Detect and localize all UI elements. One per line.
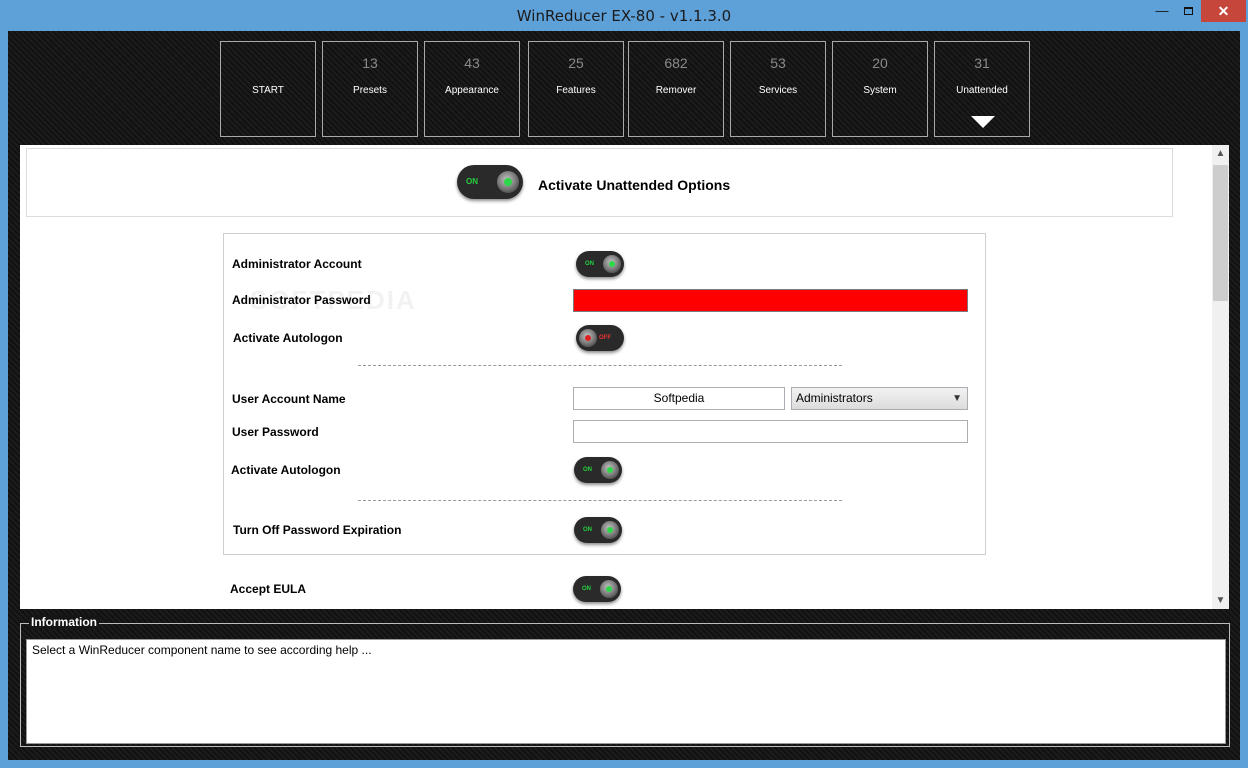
- toggle-led-icon: [585, 335, 591, 341]
- toggle-led-icon: [607, 467, 613, 473]
- password-expiration-label: Turn Off Password Expiration: [233, 523, 402, 537]
- toggle-state: OFF: [599, 335, 611, 341]
- toggle-led-icon: [607, 527, 613, 533]
- toggle-knob: [600, 580, 618, 598]
- app-client-area: START 13 Presets 43 Appearance 25 Featur…: [8, 31, 1240, 760]
- admin-account-toggle[interactable]: ON: [576, 251, 624, 277]
- header-title: Activate Unattended Options: [538, 177, 731, 193]
- selected-indicator-icon: [971, 116, 995, 128]
- tile-appearance[interactable]: 43 Appearance: [424, 41, 520, 137]
- user-account-name-label: User Account Name: [232, 392, 346, 406]
- options-panel: SOFTPEDIA ON Activate Unattended Options…: [20, 145, 1229, 609]
- toggle-state: ON: [585, 261, 594, 267]
- tile-label: Remover: [655, 85, 697, 96]
- tile-label: START: [252, 85, 284, 96]
- toggle-knob: [603, 255, 621, 273]
- user-password-input[interactable]: [573, 420, 968, 443]
- maximize-button[interactable]: [1175, 0, 1201, 22]
- tile-label: Unattended: [956, 85, 1008, 96]
- chevron-down-icon: ▼: [952, 393, 962, 404]
- close-button[interactable]: ✕: [1201, 0, 1246, 22]
- tile-count: 682: [664, 55, 688, 71]
- window-title: WinReducer EX-80 - v1.1.3.0: [516, 7, 732, 25]
- tile-count: 43: [464, 55, 480, 71]
- information-title: Information: [29, 615, 99, 629]
- toggle-state: ON: [583, 527, 592, 533]
- information-group: Information Select a WinReducer componen…: [20, 615, 1230, 747]
- tile-remover[interactable]: 682 Remover: [628, 41, 724, 137]
- toggle-state: ON: [582, 586, 591, 592]
- toggle-knob: [601, 461, 619, 479]
- admin-password-input[interactable]: [573, 289, 968, 312]
- tile-label: Presets: [353, 85, 387, 96]
- scroll-up-icon[interactable]: ▲: [1212, 145, 1229, 162]
- tile-label: Features: [556, 85, 596, 96]
- user-account-name-input[interactable]: Softpedia: [573, 387, 785, 410]
- toggle-led-icon: [609, 261, 615, 267]
- tile-start[interactable]: START: [220, 41, 316, 137]
- toggle-knob: [497, 171, 519, 193]
- tile-label: Services: [758, 85, 798, 96]
- toggle-led-icon: [606, 586, 612, 592]
- vertical-scrollbar[interactable]: ▲ ▼: [1212, 145, 1229, 609]
- tile-unattended[interactable]: 31 Unattended: [934, 41, 1030, 137]
- admin-autologon-toggle[interactable]: OFF: [576, 325, 624, 351]
- accept-eula-toggle[interactable]: ON: [573, 576, 621, 602]
- divider: [358, 500, 842, 501]
- tile-features[interactable]: 25 Features: [528, 41, 624, 137]
- tile-count: 20: [872, 55, 888, 71]
- scroll-thumb[interactable]: [1213, 165, 1228, 301]
- tile-system[interactable]: 20 System: [832, 41, 928, 137]
- user-autologon-label: Activate Autologon: [231, 463, 341, 477]
- toggle-led-icon: [504, 178, 512, 186]
- accounts-group: Administrator Account ON Administrator P…: [223, 233, 986, 555]
- tile-label: System: [863, 85, 897, 96]
- scroll-down-icon[interactable]: ▼: [1212, 592, 1229, 609]
- password-expiration-toggle[interactable]: ON: [574, 517, 622, 543]
- admin-password-label: Administrator Password: [232, 293, 371, 307]
- accept-eula-label: Accept EULA: [230, 582, 307, 596]
- tile-services[interactable]: 53 Services: [730, 41, 826, 137]
- tile-count: 25: [568, 55, 584, 71]
- toggle-knob: [579, 329, 597, 347]
- user-autologon-toggle[interactable]: ON: [574, 457, 622, 483]
- admin-account-label: Administrator Account: [232, 257, 362, 271]
- user-group-select[interactable]: Administrators ▼: [791, 387, 968, 410]
- tile-count: 13: [362, 55, 378, 71]
- toggle-state: ON: [583, 467, 592, 473]
- tile-presets[interactable]: 13 Presets: [322, 41, 418, 137]
- maximize-icon: [1183, 7, 1193, 15]
- activate-unattended-toggle[interactable]: ON: [457, 165, 523, 199]
- information-text: Select a WinReducer component name to se…: [26, 639, 1226, 744]
- user-password-label: User Password: [232, 425, 319, 439]
- minimize-button[interactable]: —: [1149, 0, 1175, 22]
- admin-autologon-label: Activate Autologon: [233, 331, 343, 345]
- toggle-state: ON: [466, 177, 478, 186]
- toggle-knob: [601, 521, 619, 539]
- header-box: ON Activate Unattended Options: [26, 148, 1173, 217]
- tile-count: 31: [974, 55, 990, 71]
- tile-label: Appearance: [445, 85, 499, 96]
- title-bar: WinReducer EX-80 - v1.1.3.0 — ✕: [0, 0, 1248, 31]
- select-value: Administrators: [796, 391, 873, 405]
- divider: [358, 365, 842, 366]
- tile-count: 53: [770, 55, 786, 71]
